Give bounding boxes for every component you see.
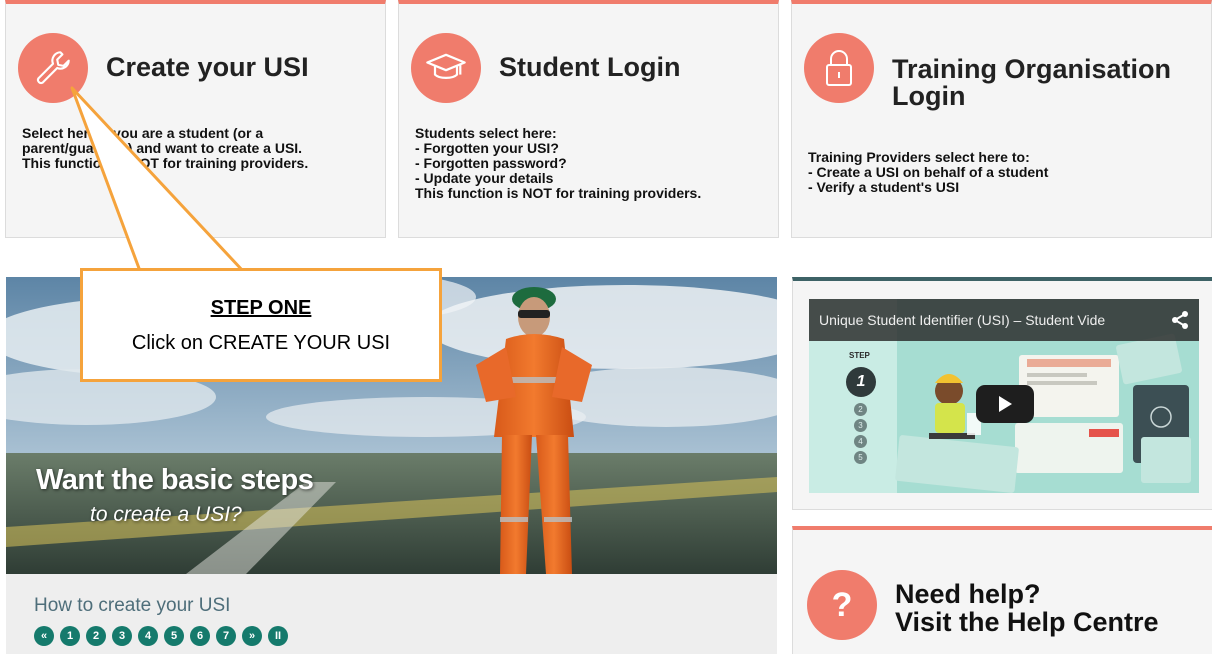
pager-slide-3[interactable]: 3: [112, 626, 132, 646]
create-usi-description: Select here if you are a student (or a p…: [22, 125, 309, 171]
video-play-button[interactable]: [976, 385, 1034, 423]
pager-next-button[interactable]: »: [242, 626, 262, 646]
create-usi-icon-circle: [18, 33, 88, 103]
video-step-4: 4: [854, 435, 867, 448]
pager-previous-button[interactable]: «: [34, 626, 54, 646]
student-video-panel: Unique Student Identifier (USI) – Studen…: [792, 277, 1212, 510]
training-org-login-card[interactable]: Training Organisation Login Training Pro…: [791, 0, 1212, 238]
video-step-2: 2: [854, 403, 867, 416]
help-centre-link[interactable]: Need help? Visit the Help Centre: [895, 580, 1159, 636]
student-login-card[interactable]: Student Login Students select here: - Fo…: [398, 0, 779, 238]
pager-slide-4[interactable]: 4: [138, 626, 158, 646]
step-one-callout: STEP ONE Click on CREATE YOUR USI: [80, 268, 442, 382]
student-login-icon-circle: [411, 33, 481, 103]
wrench-icon: [36, 51, 70, 85]
pager-slide-1[interactable]: 1: [60, 626, 80, 646]
lock-icon: [826, 50, 852, 86]
video-step-label: STEP: [849, 351, 870, 360]
hero-subheadline: to create a USI?: [90, 503, 242, 526]
video-title-bar: Unique Student Identifier (USI) – Studen…: [809, 299, 1199, 341]
pager-pause-button[interactable]: II: [268, 626, 288, 646]
create-usi-card[interactable]: Create your USI Select here if you are a…: [5, 0, 386, 238]
slide-caption[interactable]: How to create your USI: [34, 595, 230, 617]
training-org-description: Training Providers select here to: - Cre…: [808, 149, 1049, 195]
hero-headline: Want the basic steps: [36, 464, 314, 496]
student-login-description: Students select here: - Forgotten your U…: [415, 125, 702, 201]
callout-text: Click on CREATE YOUR USI: [131, 332, 391, 354]
video-current-step: 1: [846, 367, 876, 397]
pager-slide-5[interactable]: 5: [164, 626, 184, 646]
student-video-player[interactable]: Unique Student Identifier (USI) – Studen…: [809, 299, 1199, 493]
training-org-icon-circle: [804, 33, 874, 103]
create-usi-title[interactable]: Create your USI: [106, 54, 309, 81]
help-icon-circle: ?: [807, 570, 877, 640]
training-org-title[interactable]: Training Organisation Login: [892, 56, 1171, 110]
pager-slide-6[interactable]: 6: [190, 626, 210, 646]
pager-slide-7[interactable]: 7: [216, 626, 236, 646]
help-centre-card[interactable]: ? Need help? Visit the Help Centre: [792, 526, 1212, 654]
video-step-3: 3: [854, 419, 867, 432]
video-title[interactable]: Unique Student Identifier (USI) – Studen…: [819, 312, 1105, 328]
student-login-title[interactable]: Student Login: [499, 54, 680, 81]
slideshow-pager: « 1 2 3 4 5 6 7 » II: [34, 626, 288, 646]
pager-slide-2[interactable]: 2: [86, 626, 106, 646]
callout-title: STEP ONE: [210, 297, 312, 319]
graduation-cap-icon: [426, 53, 466, 79]
share-icon[interactable]: [1171, 310, 1189, 335]
question-mark-icon: ?: [831, 585, 853, 624]
play-icon: [999, 396, 1012, 412]
video-step-5: 5: [854, 451, 867, 464]
